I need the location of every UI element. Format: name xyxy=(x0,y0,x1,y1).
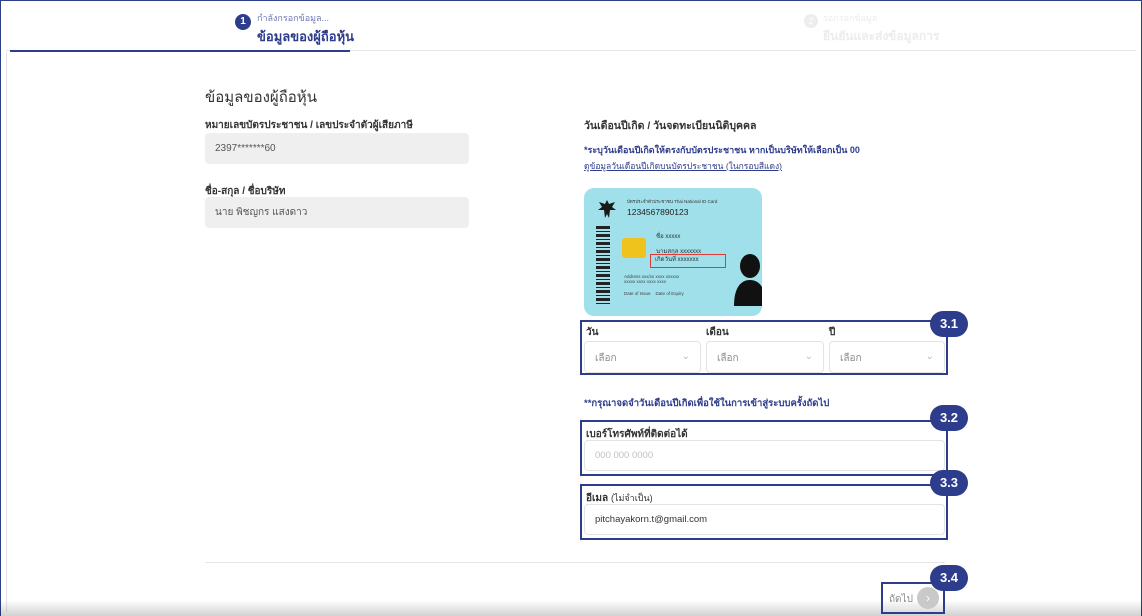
id-card-header: บัตรประจำตัวประชาชน Thai National ID Car… xyxy=(627,199,718,204)
divider xyxy=(6,52,7,612)
email-input[interactable] xyxy=(584,504,945,535)
arrow-right-icon: › xyxy=(917,587,939,609)
day-select[interactable]: เลือก ⌄ xyxy=(584,341,701,373)
birth-date-help-link[interactable]: ดูข้อมูลวันเดือนปีเกิดบนบัตรประชาชน (ในก… xyxy=(584,159,782,173)
divider xyxy=(205,562,945,563)
step2-number: 2 xyxy=(804,14,818,28)
window-frame xyxy=(0,0,1142,616)
id-card-address-line2: xxxxx xxxx xxxx xxxx xyxy=(624,279,667,284)
chip-icon xyxy=(622,238,646,258)
step2-title: ยืนยันและส่งข้อมูลการ xyxy=(823,29,940,43)
id-card-example: บัตรประจำตัวประชาชน Thai National ID Car… xyxy=(584,188,762,316)
email-label: อีเมล xyxy=(586,493,609,504)
id-card-name: ชื่อ xxxxx xyxy=(656,234,681,240)
chevron-down-icon: ⌄ xyxy=(804,351,813,362)
year-label: ปี xyxy=(829,327,836,338)
step1-subtitle: กำลังกรอกข้อมูล... xyxy=(257,13,330,23)
barcode-icon xyxy=(596,226,610,306)
chevron-down-icon: ⌄ xyxy=(925,351,934,362)
person-silhouette-icon xyxy=(734,254,762,306)
id-card-dates: Date of Issue Date of Expiry xyxy=(624,291,684,296)
month-select[interactable]: เลือก ⌄ xyxy=(706,341,824,373)
chevron-down-icon: ⌄ xyxy=(681,351,690,362)
email-optional-label: (ไม่จำเป็น) xyxy=(610,493,653,503)
annotation-badge-3-4: 3.4 xyxy=(930,565,968,591)
id-card-birth-highlight: เกิดวันที่ xxxxxxx xyxy=(650,254,726,268)
day-label: วัน xyxy=(586,327,599,338)
id-card-expiry-label: Date of Expiry xyxy=(655,291,684,296)
annotation-badge-3-1: 3.1 xyxy=(930,311,968,337)
id-card-number: 1234567890123 xyxy=(627,207,689,217)
day-select-value: เลือก xyxy=(595,353,617,364)
active-step-indicator xyxy=(10,50,350,52)
bottom-shadow xyxy=(0,600,1142,616)
step1-number: 1 xyxy=(235,14,251,30)
stepper-bar xyxy=(6,6,1136,51)
annotation-badge-3-3: 3.3 xyxy=(930,470,968,496)
page-title: ข้อมูลของผู้ถือหุ้น xyxy=(205,89,317,106)
id-card-issue-label: Date of Issue xyxy=(624,291,651,296)
id-number-label: หมายเลขบัตรประชาชน / เลขประจำตัวผู้เสียภ… xyxy=(205,120,413,131)
remember-birth-note: **กรุณาจดจำวันเดือนปีเกิดเพื่อใช้ในการเข… xyxy=(584,398,830,409)
month-label: เดือน xyxy=(706,327,729,338)
year-select[interactable]: เลือก ⌄ xyxy=(829,341,945,373)
annotation-badge-3-2: 3.2 xyxy=(930,405,968,431)
next-button-label: ถัดไป xyxy=(889,594,913,605)
id-card-address: Address xxx/xx xxxx xxxxxx xxxxx xxxx xx… xyxy=(624,274,679,284)
birth-date-note: *ระบุวันเดือนปีเกิดให้ตรงกับบัตรประชาชน … xyxy=(584,145,860,155)
year-select-value: เลือก xyxy=(840,353,862,364)
birth-date-title: วันเดือนปีเกิด / วันจดทะเบียนนิติบุคคล xyxy=(584,120,757,132)
name-field: นาย พิชญกร แสงดาว xyxy=(205,197,469,228)
phone-input[interactable] xyxy=(584,440,945,471)
month-select-value: เลือก xyxy=(717,353,739,364)
garuda-emblem-icon xyxy=(598,200,616,218)
step2-subtitle: รอกรอกข้อมูล xyxy=(823,13,878,23)
step1-title[interactable]: ข้อมูลของผู้ถือหุ้น xyxy=(257,26,354,47)
id-number-field: 2397*******60 xyxy=(205,133,469,164)
